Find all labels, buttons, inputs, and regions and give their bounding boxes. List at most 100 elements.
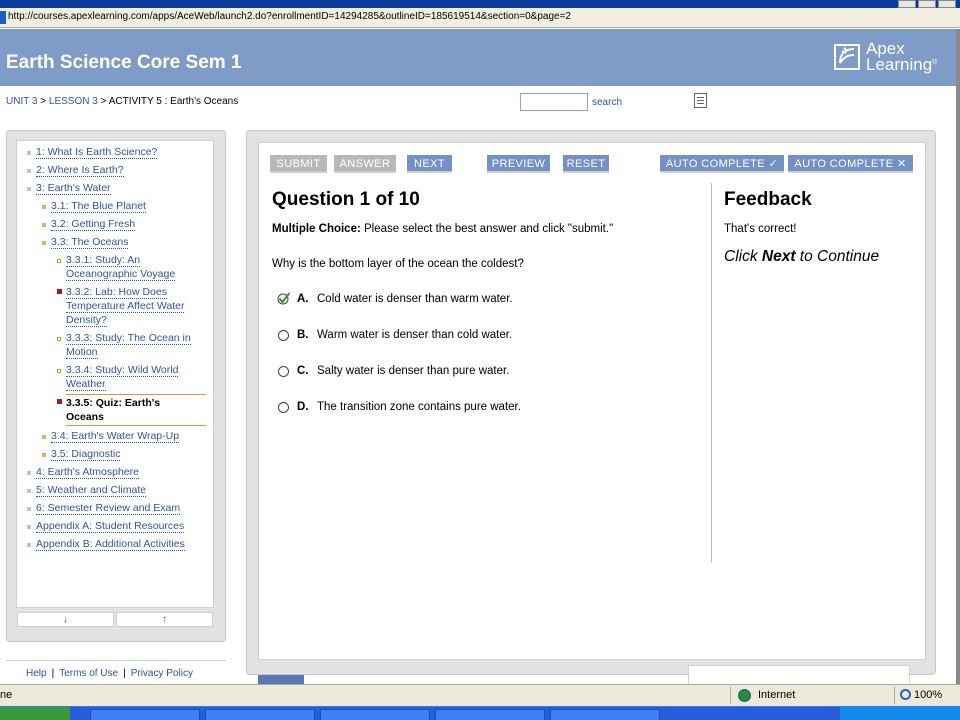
radio-button[interactable] xyxy=(278,402,289,413)
checked-radio-icon[interactable] xyxy=(277,291,291,305)
start-button[interactable] xyxy=(0,707,70,720)
nav-bullet-icon xyxy=(27,471,31,475)
print-button[interactable] xyxy=(258,675,304,684)
nav-item-lesson-3-1[interactable]: 3.1: The Blue Planet xyxy=(51,199,146,213)
page-navigator xyxy=(688,665,910,684)
nav-bullet-icon xyxy=(42,223,46,227)
choice-text: Cold water is denser than warm water. xyxy=(317,293,513,305)
privacy-policy-link[interactable]: Privacy Policy xyxy=(131,668,193,679)
page-icon xyxy=(0,11,6,24)
nav-item-appendix-b[interactable]: Appendix B: Additional Activities xyxy=(36,537,185,551)
nav-bullet-icon xyxy=(57,337,61,341)
window-minimize-button[interactable] xyxy=(898,0,916,8)
nav-item-label: 3: Earth's Water xyxy=(36,182,111,195)
search-input[interactable] xyxy=(520,93,588,111)
nav-item-lesson-3-3[interactable]: 3.3: The Oceans xyxy=(51,235,129,249)
system-tray xyxy=(840,707,960,720)
taskbar xyxy=(0,706,960,720)
question-title: Question 1 of 10 xyxy=(272,189,420,210)
preview-button[interactable]: PREVIEW xyxy=(487,155,550,173)
nav-item-label: 3.3.5: Quiz: Earth's xyxy=(66,397,161,409)
submit-button[interactable]: SUBMIT xyxy=(270,155,327,173)
nav-item-unit-1[interactable]: 1: What Is Earth Science? xyxy=(36,145,158,159)
taskbar-item[interactable] xyxy=(90,709,200,720)
nav-bullet-icon xyxy=(57,399,62,404)
nav-item-label: Motion xyxy=(66,346,98,359)
nav-scroll-up-button[interactable]: ↑ xyxy=(116,612,213,627)
browser-status-bar: ne Internet 100% xyxy=(0,684,960,706)
breadcrumb-separator: > xyxy=(40,96,47,107)
taskbar-item[interactable] xyxy=(550,709,660,720)
nav-item-activity-3-3-3[interactable]: 3.3.3: Study: The Ocean in Motion xyxy=(66,331,191,359)
address-url[interactable]: http://courses.apexlearning.com/apps/Ace… xyxy=(8,11,571,22)
breadcrumb-lesson-link[interactable]: LESSON 3 xyxy=(49,96,98,107)
taskbar-item[interactable] xyxy=(205,709,315,720)
answer-button[interactable]: ANSWER xyxy=(334,155,396,173)
nav-item-unit-4[interactable]: 4: Earth's Atmosphere xyxy=(36,465,139,479)
nav-item-activity-3-3-4[interactable]: 3.3.4: Study: Wild World Weather xyxy=(66,363,179,391)
nav-item-label: 3.3: The Oceans xyxy=(51,236,129,249)
choice-text: Salty water is denser than pure water. xyxy=(317,365,510,377)
feedback-title: Feedback xyxy=(724,189,812,210)
continue-text-post: to Continue xyxy=(795,248,880,265)
nav-item-activity-3-3-2[interactable]: 3.3.2: Lab: How Does Temperature Affect … xyxy=(66,285,185,327)
window-maximize-button[interactable] xyxy=(918,0,936,8)
question-type-label: Multiple Choice: xyxy=(272,223,361,235)
nav-bullet-icon xyxy=(57,369,61,373)
nav-item-unit-2[interactable]: 2: Where Is Earth? xyxy=(36,163,124,177)
nav-item-activity-3-3-1[interactable]: 3.3.1: Study: An Oceanographic Voyage xyxy=(66,253,176,281)
choice-letter: D. xyxy=(297,401,309,413)
nav-item-lesson-3-4[interactable]: 3.4: Earth's Water Wrap-Up xyxy=(51,429,180,443)
choice-letter: A. xyxy=(297,293,309,305)
nav-bullet-icon xyxy=(27,525,31,529)
address-bar[interactable]: http://courses.apexlearning.com/apps/Ace… xyxy=(0,8,960,28)
nav-item-lesson-3-2[interactable]: 3.2: Getting Fresh xyxy=(51,217,136,231)
globe-icon xyxy=(738,689,751,702)
footer-divider xyxy=(6,660,226,661)
radio-button[interactable] xyxy=(278,330,289,341)
terms-of-use-link[interactable]: Terms of Use xyxy=(59,668,118,679)
radio-button[interactable] xyxy=(278,366,289,377)
nav-bullet-icon xyxy=(42,205,46,209)
continue-text-next: Next xyxy=(761,248,796,265)
auto-complete-x-button[interactable]: AUTO COMPLETE ✕ xyxy=(788,155,913,173)
nav-item-unit-3[interactable]: 3: Earth's Water xyxy=(36,181,111,195)
nav-bullet-icon xyxy=(57,289,62,294)
nav-item-label: Appendix B: Additional Activities xyxy=(36,538,185,551)
nav-item-label: 3.3.2: Lab: How Does xyxy=(66,286,167,299)
notepad-icon[interactable] xyxy=(694,93,707,108)
nav-item-label: 1: What Is Earth Science? xyxy=(36,146,158,159)
search-link[interactable]: search xyxy=(592,97,622,108)
feedback-continue-hint: Click Next to Continue xyxy=(724,248,879,266)
breadcrumb: UNIT 3 > LESSON 3 > ACTIVITY 5 : Earth's… xyxy=(6,96,238,107)
status-separator xyxy=(730,687,731,704)
nav-item-label: 3.4: Earth's Water Wrap-Up xyxy=(51,430,180,443)
nav-item-label: 3.3.1: Study: An xyxy=(66,254,141,267)
feedback-divider xyxy=(711,183,712,563)
nav-item-label: 5: Weather and Climate xyxy=(36,484,147,497)
help-link[interactable]: Help xyxy=(26,668,47,679)
reset-button[interactable]: RESET xyxy=(563,155,609,173)
nav-bullet-icon xyxy=(57,259,61,263)
choice-text: The transition zone contains pure water. xyxy=(317,401,521,413)
nav-item-label: Oceans xyxy=(66,411,104,423)
auto-complete-check-button[interactable]: AUTO COMPLETE ✓ xyxy=(660,155,784,173)
window-close-button[interactable] xyxy=(938,0,956,8)
nav-scroll-down-button[interactable]: ↓ xyxy=(17,612,114,627)
logo-text-learning: Learning xyxy=(866,55,933,74)
nav-item-unit-6[interactable]: 6: Semester Review and Exam xyxy=(36,501,181,515)
nav-item-lesson-3-5[interactable]: 3.5: Diagnostic xyxy=(51,447,121,461)
taskbar-item[interactable] xyxy=(435,709,545,720)
nav-item-label: 3.1: The Blue Planet xyxy=(51,200,146,213)
breadcrumb-unit-link[interactable]: UNIT 3 xyxy=(6,96,38,107)
question-instructions: Multiple Choice: Please select the best … xyxy=(272,223,613,235)
nav-bullet-icon xyxy=(27,507,31,511)
nav-item-activity-3-3-5[interactable]: 3.3.5: Quiz: Earth's Oceans xyxy=(66,394,206,426)
nav-item-appendix-a[interactable]: Appendix A: Student Resources xyxy=(36,519,185,533)
nav-item-unit-5[interactable]: 5: Weather and Climate xyxy=(36,483,147,497)
nav-item-label: Oceanographic Voyage xyxy=(66,268,176,281)
status-separator xyxy=(894,687,895,704)
taskbar-item[interactable] xyxy=(320,709,430,720)
nav-bullet-icon xyxy=(27,151,31,155)
next-button[interactable]: NEXT xyxy=(407,155,452,173)
